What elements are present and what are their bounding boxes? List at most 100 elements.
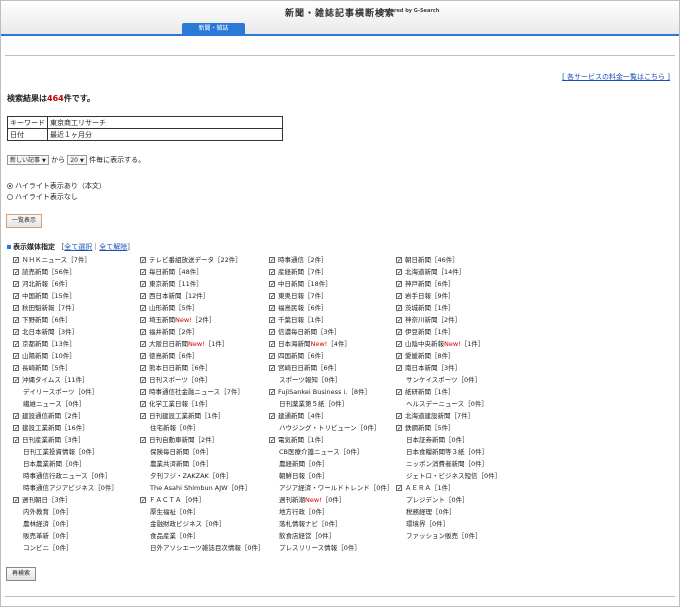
radio-button[interactable] bbox=[7, 194, 13, 200]
checkbox[interactable] bbox=[269, 435, 275, 447]
checkbox[interactable] bbox=[140, 399, 146, 411]
media-item[interactable]: 日刊産業新聞［3件］ bbox=[13, 434, 138, 447]
media-item[interactable]: ＦＡＣＴＡ［0件］ bbox=[140, 494, 265, 507]
checkbox[interactable] bbox=[13, 435, 19, 447]
checkbox[interactable] bbox=[269, 291, 275, 303]
checkbox[interactable] bbox=[140, 411, 146, 423]
research-button[interactable]: 再検索 bbox=[6, 567, 36, 581]
media-item[interactable]: 岩手日報［9件］ bbox=[396, 290, 521, 303]
list-display-button[interactable]: 一覧表示 bbox=[6, 214, 42, 228]
checkbox[interactable] bbox=[140, 327, 146, 339]
media-item[interactable]: 愛媛新聞［8件］ bbox=[396, 350, 521, 363]
media-item[interactable]: 毎日新聞［48件］ bbox=[140, 266, 265, 279]
checkbox[interactable] bbox=[269, 387, 275, 399]
media-item[interactable]: 建設通信新聞［2件］ bbox=[13, 410, 138, 423]
media-item[interactable]: 神戸新聞［6件］ bbox=[396, 278, 521, 291]
media-item[interactable]: 神奈川新聞［2件］ bbox=[396, 314, 521, 327]
media-item[interactable]: 建設工業新聞［16件］ bbox=[13, 422, 138, 435]
media-item[interactable]: 中日新聞［18件］ bbox=[269, 278, 394, 291]
checkbox[interactable] bbox=[396, 267, 402, 279]
checkbox[interactable] bbox=[140, 339, 146, 351]
media-item[interactable]: 伊豆新聞［1件］ bbox=[396, 326, 521, 339]
checkbox[interactable] bbox=[13, 363, 19, 375]
media-item[interactable]: 長崎新聞［5件］ bbox=[13, 362, 138, 375]
checkbox[interactable] bbox=[140, 255, 146, 267]
checkbox[interactable] bbox=[140, 435, 146, 447]
media-item[interactable]: 北海道建設新聞［7件］ bbox=[396, 410, 521, 423]
checkbox[interactable] bbox=[13, 303, 19, 315]
checkbox[interactable] bbox=[396, 423, 402, 435]
checkbox[interactable] bbox=[396, 351, 402, 363]
checkbox[interactable] bbox=[140, 495, 146, 507]
checkbox[interactable] bbox=[269, 327, 275, 339]
media-item[interactable]: ＡＥＲＡ［1件］ bbox=[396, 482, 521, 495]
checkbox[interactable] bbox=[140, 303, 146, 315]
checkbox[interactable] bbox=[140, 279, 146, 291]
media-item[interactable]: 日刊スポーツ［0件］ bbox=[140, 374, 265, 387]
checkbox[interactable] bbox=[269, 255, 275, 267]
media-item[interactable]: FujiSankei Business i.［8件］ bbox=[269, 386, 394, 399]
media-item[interactable]: 北海道新聞［14件］ bbox=[396, 266, 521, 279]
checkbox[interactable] bbox=[13, 315, 19, 327]
checkbox[interactable] bbox=[269, 315, 275, 327]
checkbox[interactable] bbox=[396, 291, 402, 303]
select-all-link[interactable]: 全て選択 bbox=[64, 243, 92, 251]
media-item[interactable]: 鉄鋼新聞［5件］ bbox=[396, 422, 521, 435]
media-item[interactable]: 茨城新聞［1件］ bbox=[396, 302, 521, 315]
media-item[interactable]: 京都新聞［13件］ bbox=[13, 338, 138, 351]
checkbox[interactable] bbox=[396, 387, 402, 399]
clear-all-link[interactable]: 全て解除 bbox=[99, 243, 127, 251]
media-item[interactable]: 山形新聞［5件］ bbox=[140, 302, 265, 315]
media-item[interactable]: 山陰中央新報New!［1件］ bbox=[396, 338, 521, 351]
media-item[interactable]: 沖縄タイムス［11件］ bbox=[13, 374, 138, 387]
checkbox[interactable] bbox=[396, 279, 402, 291]
checkbox[interactable] bbox=[140, 387, 146, 399]
media-item[interactable]: 埼玉新聞New!［2件］ bbox=[140, 314, 265, 327]
media-item[interactable]: 読売新聞［56件］ bbox=[13, 266, 138, 279]
checkbox[interactable] bbox=[269, 411, 275, 423]
checkbox[interactable] bbox=[396, 255, 402, 267]
highlight-off-option[interactable]: ハイライト表示なし bbox=[7, 192, 106, 203]
checkbox[interactable] bbox=[396, 363, 402, 375]
media-item[interactable]: 紙研新聞［1件］ bbox=[396, 386, 521, 399]
checkbox[interactable] bbox=[140, 351, 146, 363]
checkbox[interactable] bbox=[140, 363, 146, 375]
media-item[interactable]: 日刊建設工業新聞［1件］ bbox=[140, 410, 265, 423]
media-item[interactable]: 熊本日日新聞［6件］ bbox=[140, 362, 265, 375]
media-item[interactable]: 東奥日報［7件］ bbox=[269, 290, 394, 303]
media-item[interactable]: 日刊自動車新聞［2件］ bbox=[140, 434, 265, 447]
media-item[interactable]: 福島民報［6件］ bbox=[269, 302, 394, 315]
media-item[interactable]: 電気新聞［1件］ bbox=[269, 434, 394, 447]
checkbox[interactable] bbox=[13, 375, 19, 387]
checkbox[interactable] bbox=[269, 267, 275, 279]
media-item[interactable]: 南日本新聞［3件］ bbox=[396, 362, 521, 375]
checkbox[interactable] bbox=[396, 339, 402, 351]
checkbox[interactable] bbox=[396, 483, 402, 495]
media-item[interactable]: 信濃毎日新聞［3件］ bbox=[269, 326, 394, 339]
checkbox[interactable] bbox=[13, 339, 19, 351]
checkbox[interactable] bbox=[140, 291, 146, 303]
media-item[interactable]: 産経新聞［7件］ bbox=[269, 266, 394, 279]
checkbox[interactable] bbox=[396, 411, 402, 423]
media-item[interactable]: 西日本新聞［12件］ bbox=[140, 290, 265, 303]
media-item[interactable]: 時事通信［2件］ bbox=[269, 254, 394, 267]
order-select[interactable]: 新しい記事 ▼ bbox=[7, 155, 49, 165]
media-item[interactable]: 山陽新聞［10件］ bbox=[13, 350, 138, 363]
media-item[interactable]: 中国新聞［15件］ bbox=[13, 290, 138, 303]
media-item[interactable]: 四国新聞［6件］ bbox=[269, 350, 394, 363]
media-item[interactable]: 朝日新聞［46件］ bbox=[396, 254, 521, 267]
media-item[interactable]: 週刊朝日［3件］ bbox=[13, 494, 138, 507]
highlight-on-option[interactable]: ハイライト表示あり（本文） bbox=[7, 181, 106, 192]
checkbox[interactable] bbox=[13, 267, 19, 279]
media-item[interactable]: 北日本新聞［3件］ bbox=[13, 326, 138, 339]
checkbox[interactable] bbox=[396, 303, 402, 315]
checkbox[interactable] bbox=[269, 363, 275, 375]
checkbox[interactable] bbox=[13, 411, 19, 423]
checkbox[interactable] bbox=[396, 327, 402, 339]
media-item[interactable]: 建通新聞［4件］ bbox=[269, 410, 394, 423]
checkbox[interactable] bbox=[13, 351, 19, 363]
checkbox[interactable] bbox=[269, 303, 275, 315]
media-item[interactable]: テレビ番組放送データ［22件］ bbox=[140, 254, 265, 267]
price-list-link[interactable]: [ 各サービスの料金一覧はこちら ] bbox=[562, 72, 670, 82]
checkbox[interactable] bbox=[269, 339, 275, 351]
